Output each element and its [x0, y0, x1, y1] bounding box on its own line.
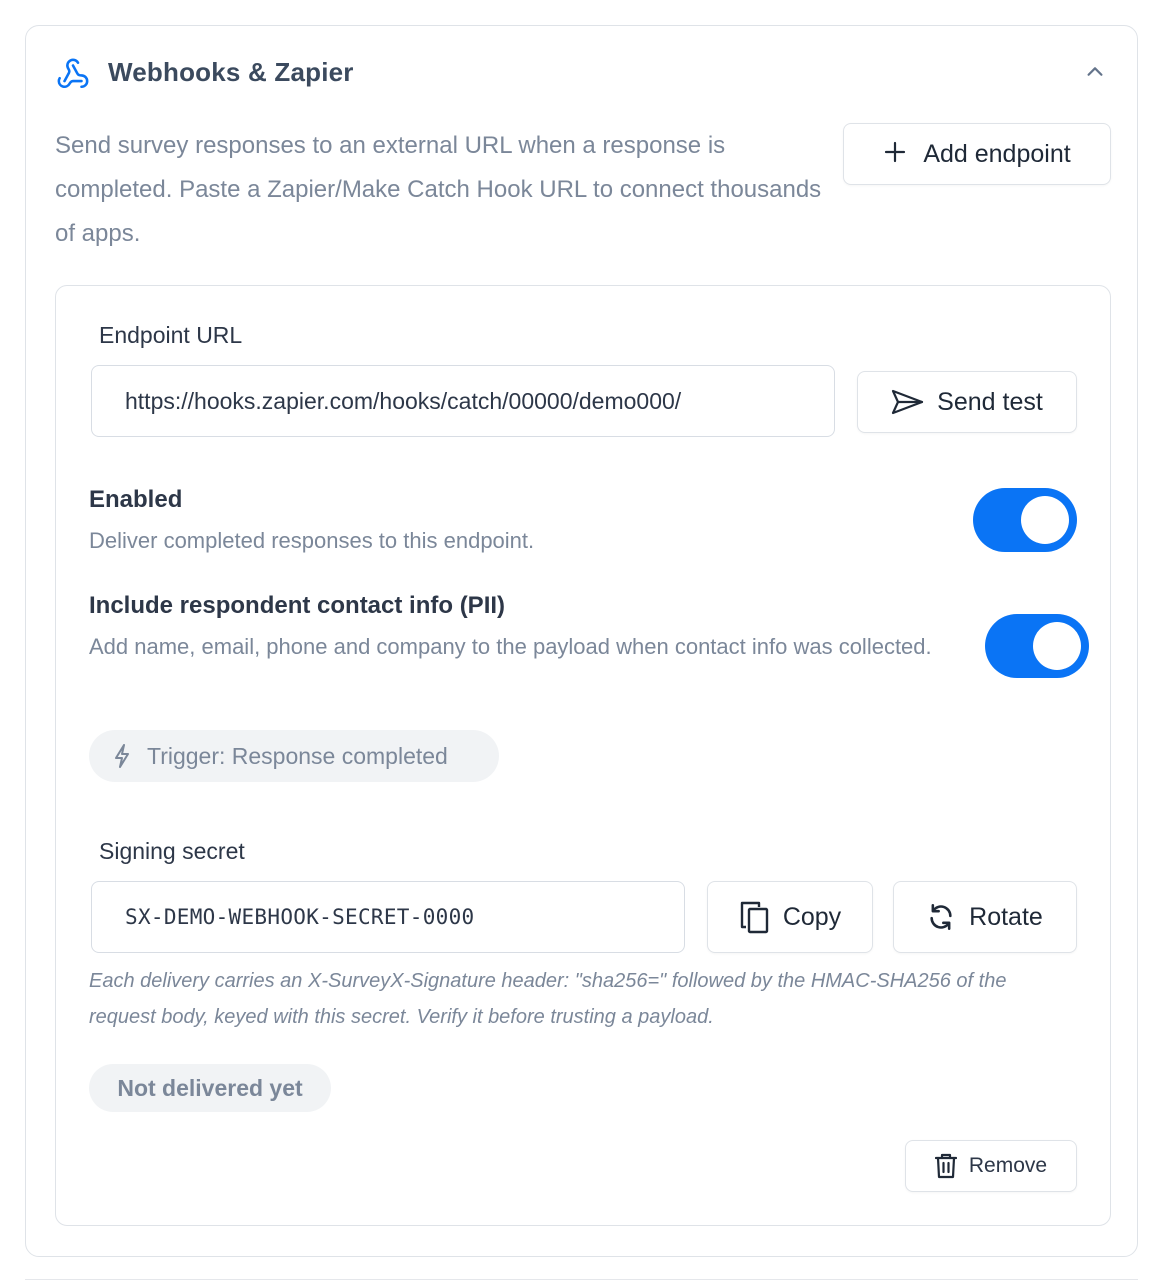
remove-button[interactable]: Remove: [905, 1140, 1077, 1192]
chevron-up-icon[interactable]: [1081, 58, 1109, 86]
enabled-subtitle: Deliver completed responses to this endp…: [89, 528, 535, 553]
endpoint-card: Endpoint URL https://hooks.zapier.com/ho…: [55, 285, 1111, 1226]
add-endpoint-button[interactable]: Add endpoint: [843, 123, 1111, 185]
signing-secret-input[interactable]: SX-DEMO-WEBHOOK-SECRET-0000: [91, 881, 685, 953]
trigger-label: Trigger: Response completed: [147, 742, 448, 769]
pii-title: Include respondent contact info (PII): [89, 592, 506, 619]
copy-label: Copy: [782, 902, 842, 931]
delivery-status-badge: Not delivered yet: [89, 1064, 331, 1112]
next-card-edge: [25, 1279, 1138, 1283]
card-header[interactable]: Webhooks & Zapier: [26, 26, 1137, 122]
copy-button[interactable]: Copy: [707, 881, 873, 953]
webhooks-card: Webhooks & Zapier Send survey responses …: [25, 25, 1138, 1257]
delivery-status-label: Not delivered yet: [117, 1074, 303, 1101]
endpoint-url-label: Endpoint URL: [99, 322, 243, 348]
section-description: Send survey responses to an external URL…: [55, 132, 822, 247]
pii-toggle[interactable]: [985, 614, 1089, 678]
copy-icon: [739, 900, 771, 934]
send-icon: [891, 388, 925, 416]
rotate-button[interactable]: Rotate: [893, 881, 1077, 953]
plus-icon: [883, 140, 923, 169]
remove-label: Remove: [968, 1154, 1048, 1177]
secret-hint: Each delivery carries an X-SurveyX-Signa…: [89, 970, 1007, 1028]
add-endpoint-label: Add endpoint: [923, 139, 1071, 168]
trigger-badge: Trigger: Response completed: [89, 730, 499, 782]
enabled-toggle[interactable]: [973, 488, 1077, 552]
send-test-label: Send test: [937, 387, 1043, 416]
bolt-icon: [113, 744, 131, 768]
toggle-knob: [1021, 496, 1069, 544]
rotate-label: Rotate: [969, 902, 1043, 931]
webhook-icon: [56, 57, 90, 91]
send-test-button[interactable]: Send test: [857, 371, 1077, 433]
signing-secret-label: Signing secret: [99, 838, 245, 864]
endpoint-url-input[interactable]: https://hooks.zapier.com/hooks/catch/000…: [91, 365, 835, 437]
signing-secret-value: SX-DEMO-WEBHOOK-SECRET-0000: [125, 905, 475, 929]
endpoint-url-value: https://hooks.zapier.com/hooks/catch/000…: [125, 387, 682, 414]
refresh-icon: [927, 903, 955, 931]
trash-icon: [934, 1153, 957, 1179]
section-title: Webhooks & Zapier: [108, 57, 354, 87]
enabled-title: Enabled: [89, 486, 183, 513]
toggle-knob: [1033, 622, 1081, 670]
pii-subtitle: Add name, email, phone and company to th…: [89, 634, 932, 659]
